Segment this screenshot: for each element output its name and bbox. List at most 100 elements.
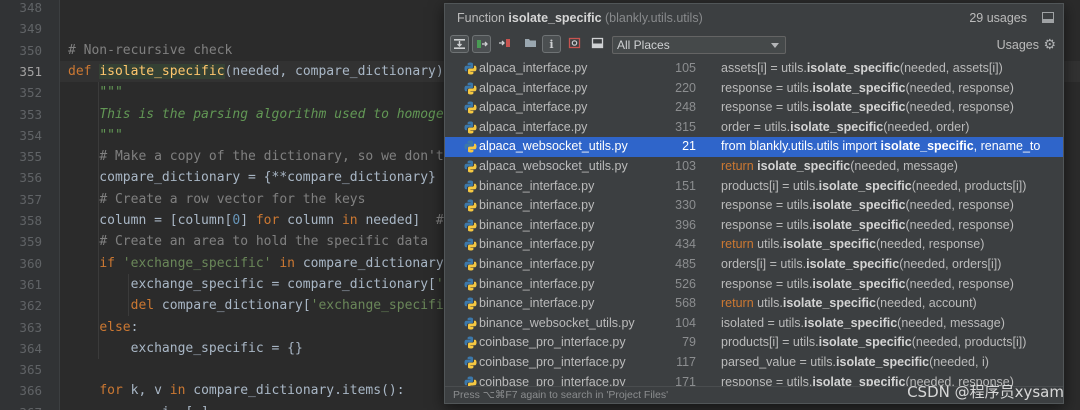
code-line[interactable]: i [ ] [68, 402, 209, 410]
usage-row[interactable]: binance_interface.py 526 response = utils.… [445, 275, 1063, 295]
usage-match: isolate_specific [806, 61, 900, 75]
usage-line-number: 568 [675, 296, 696, 311]
line-number: 360 [19, 255, 42, 271]
code-line[interactable]: exchange_specific = {} [68, 338, 303, 359]
line-number: 362 [19, 298, 42, 314]
usage-code-prefix: assets[i] = utils. [721, 61, 807, 75]
usage-file-name: alpaca_interface.py [479, 61, 588, 75]
usage-code-suffix: (needed, i) [929, 355, 989, 369]
usage-row[interactable]: binance_interface.py 151 products[i] = uti… [445, 177, 1063, 197]
usage-code-prefix: response = utils. [721, 80, 813, 95]
usage-match: isolate_specific [757, 159, 851, 173]
line-number: 366 [19, 383, 42, 399]
code-line[interactable]: for k, v in compare_dictionary.items(): [68, 380, 404, 401]
usage-match: isolate_specific [812, 276, 906, 291]
code-line[interactable]: if 'exchange_specific' in compare_dictio… [68, 253, 451, 274]
line-number: 356 [19, 170, 42, 186]
code-line[interactable]: compare_dictionary = {**compare_dictiona… [68, 167, 436, 188]
usage-file-name: binance_interface.py [479, 217, 595, 232]
chevron-down-icon [771, 43, 779, 48]
usage-row[interactable]: alpaca_websocket_utils.py 103 return isola… [445, 157, 1063, 177]
module-name: (blankly.utils.utils) [605, 11, 703, 25]
usage-code-suffix: (needed, orders[i]) [899, 257, 1002, 271]
usage-match: isolate_specific [804, 315, 898, 330]
usage-file-name: binance_interface.py [479, 198, 595, 213]
line-number: 359 [19, 234, 42, 250]
usage-file-name: binance_interface.py [479, 237, 595, 252]
show-read-access-icon[interactable] [472, 35, 491, 53]
gear-icon[interactable]: ⚙ [1043, 36, 1056, 53]
usage-match: isolate_specific [806, 257, 900, 271]
usage-row[interactable]: alpaca_interface.py 105 assets[i] = utils.… [445, 59, 1063, 79]
usage-code-suffix: (needed, assets[i]) [899, 61, 1003, 75]
code-line[interactable]: column = [column[0] for column in needed… [68, 210, 459, 231]
usage-line-number: 103 [675, 159, 696, 173]
python-file-icon [464, 258, 477, 271]
usage-row[interactable]: alpaca_interface.py 315 order = utils.isol… [445, 118, 1063, 138]
show-write-access-icon[interactable] [495, 35, 514, 53]
filter-icon[interactable] [565, 35, 584, 53]
return-keyword: return [721, 237, 758, 252]
usage-code-prefix: products[i] = utils. [721, 178, 819, 193]
usage-code: response = utils.isolate_specific(needed… [721, 218, 1014, 232]
usage-row[interactable]: binance_interface.py 330 response = utils.… [445, 196, 1063, 216]
usage-line-number: 396 [675, 217, 696, 232]
usage-row[interactable]: alpaca_interface.py 248 response = utils.i… [445, 98, 1063, 118]
usage-code: from blankly.utils.utils import isolate_… [721, 139, 1040, 153]
usage-line-number: 315 [675, 119, 696, 134]
usage-row[interactable]: alpaca_interface.py 220 response = utils.i… [445, 79, 1063, 99]
usage-row[interactable]: alpaca_websocket_utils.py 21 from blankly.… [445, 137, 1063, 157]
popup-header: Function isolate_specific (blankly.utils… [445, 4, 1063, 32]
usage-code-suffix: (needed, response) [875, 237, 985, 252]
preview-icon[interactable] [588, 35, 607, 53]
code-line[interactable]: """ [68, 125, 122, 146]
usage-match: isolate_specific [812, 100, 906, 115]
code-line[interactable]: """ [68, 82, 122, 103]
code-line[interactable]: else: [68, 317, 138, 338]
usage-code-suffix: (needed, message) [897, 315, 1005, 330]
usage-match: isolate_specific [812, 80, 906, 95]
usage-row[interactable]: binance_interface.py 396 response = utils.… [445, 216, 1063, 236]
usage-code-suffix: (needed, response) [905, 198, 1014, 213]
usage-row[interactable]: coinbase_pro_interface.py 79 products[i] =… [445, 333, 1063, 353]
python-file-icon [464, 336, 477, 349]
popup-title: Function isolate_specific (blankly.utils… [457, 11, 703, 25]
find-usages-popup[interactable]: Function isolate_specific (blankly.utils… [444, 3, 1064, 404]
line-number: 357 [19, 191, 42, 207]
usage-row[interactable]: binance_websocket_utils.py 104 isolated = … [445, 314, 1063, 334]
code-line[interactable]: exchange_specific = compare_dictionary['… [68, 274, 460, 295]
usage-code: assets[i] = utils.isolate_specific(neede… [721, 61, 1003, 75]
usage-row[interactable]: binance_interface.py 434 return utils.isol… [445, 235, 1063, 255]
usage-code: order = utils.isolate_specific(needed, o… [721, 120, 969, 134]
code-line[interactable]: # Make a copy of the dictionary, so we d… [68, 146, 467, 167]
usage-file-name: alpaca_websocket_utils.py [479, 139, 628, 154]
info-icon[interactable]: i [542, 35, 561, 53]
usage-file-name: coinbase_pro_interface.py [479, 355, 626, 369]
usage-code-prefix: utils. [757, 237, 783, 252]
usage-row[interactable]: binance_interface.py 568 return utils.isol… [445, 294, 1063, 314]
usage-code-suffix: (needed, response) [905, 100, 1014, 115]
group-by-directory-icon[interactable] [521, 35, 540, 53]
scope-select[interactable]: All Places [612, 36, 786, 54]
usage-match: isolate_specific [880, 139, 974, 154]
code-line[interactable]: This is the parsing algorithm used to ho… [68, 104, 459, 125]
code-line[interactable]: # Create a row vector for the keys [68, 189, 365, 210]
line-number: 353 [19, 106, 42, 122]
usage-row[interactable]: binance_interface.py 485 orders[i] = utils… [445, 255, 1063, 275]
python-file-icon [464, 180, 477, 193]
code-line[interactable]: def isolate_specific(needed, compare_dic… [68, 61, 452, 82]
code-line[interactable]: # Create an area to hold the specific da… [68, 231, 428, 252]
line-number: 355 [19, 149, 42, 165]
usage-code: return utils.isolate_specific(needed, re… [721, 237, 984, 251]
usage-match: isolate_specific [818, 178, 912, 193]
usage-line-number: 117 [676, 355, 696, 369]
code-line[interactable]: del compare_dictionary['exchange_specifi… [68, 295, 460, 316]
merge-usages-icon[interactable] [450, 35, 469, 53]
usage-row[interactable]: coinbase_pro_interface.py 117 parsed_value… [445, 353, 1063, 373]
usage-code-prefix: order = utils. [721, 119, 791, 134]
code-line[interactable]: # Non-recursive check [68, 40, 232, 61]
open-in-tool-window-icon[interactable] [1042, 12, 1054, 23]
usage-code-prefix: orders[i] = utils. [721, 257, 807, 271]
python-file-icon [464, 101, 477, 114]
usage-match: isolate_specific [812, 198, 906, 213]
